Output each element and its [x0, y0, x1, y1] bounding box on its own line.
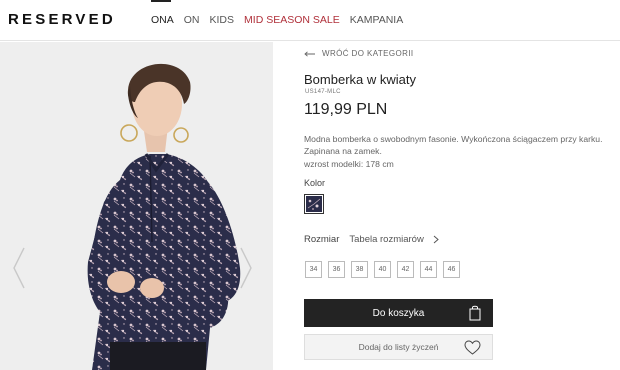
nav-item-on[interactable]: ON — [184, 14, 200, 26]
add-to-wishlist-button[interactable]: Dodaj do listy życzeń — [304, 334, 493, 360]
chevron-left-icon — [13, 247, 25, 289]
product-title: Bomberka w kwiaty — [304, 72, 416, 87]
floral-pattern-icon — [306, 196, 322, 212]
swatch-pattern — [306, 196, 322, 212]
size-option-46[interactable]: 46 — [443, 261, 460, 278]
size-option-36[interactable]: 36 — [328, 261, 345, 278]
size-option-42[interactable]: 42 — [397, 261, 414, 278]
nav-active-indicator — [151, 0, 171, 2]
description-line: Zapinana na zamek. — [304, 146, 382, 157]
arrow-left-icon — [304, 50, 315, 57]
product-sku: US147-MLC — [305, 89, 341, 95]
add-to-cart-button[interactable]: Do koszyka — [304, 299, 493, 327]
product-description: Modna bomberka o swobodnym fasonie. Wyko… — [304, 133, 620, 170]
nav-item-kids[interactable]: KIDS — [210, 14, 235, 26]
model-illustration — [0, 42, 273, 370]
product-photo — [0, 42, 273, 370]
wishlist-label: Dodaj do listy życzeń — [358, 342, 439, 352]
nav-item-kampania[interactable]: KAMPANIA — [350, 14, 403, 26]
brand-logo[interactable]: RESERVED — [8, 11, 116, 28]
site-header: RESERVED ONA ON KIDS MID SEASON SALE KAM… — [0, 0, 620, 41]
back-label: WRÓĆ DO KATEGORII — [322, 49, 414, 58]
size-label: Rozmiar — [304, 234, 340, 245]
description-line: Modna bomberka o swobodnym fasonie. Wyko… — [304, 134, 603, 144]
size-table-link[interactable]: Tabela rozmiarów — [349, 234, 423, 245]
nav-item-ona[interactable]: ONA — [151, 14, 174, 26]
product-price: 119,99 PLN — [304, 101, 388, 118]
size-option-44[interactable]: 44 — [420, 261, 437, 278]
nav-item-mid-season-sale[interactable]: MID SEASON SALE — [244, 14, 340, 26]
size-options: 34 36 38 40 42 44 46 — [305, 261, 460, 278]
size-option-40[interactable]: 40 — [374, 261, 391, 278]
size-row: Rozmiar Tabela rozmiarów — [304, 234, 439, 245]
chevron-right-icon[interactable] — [433, 235, 439, 244]
back-to-category-link[interactable]: WRÓĆ DO KATEGORII — [304, 49, 414, 58]
heart-icon — [464, 340, 481, 355]
add-to-cart-label: Do koszyka — [372, 307, 425, 319]
chevron-right-icon — [240, 247, 252, 289]
main-nav: ONA ON KIDS MID SEASON SALE KAMPANIA — [151, 14, 403, 26]
color-swatch[interactable] — [304, 194, 324, 214]
size-option-38[interactable]: 38 — [351, 261, 368, 278]
color-label: Kolor — [304, 178, 326, 188]
gallery-prev-button[interactable] — [12, 246, 26, 290]
gallery-next-button[interactable] — [239, 246, 253, 290]
size-option-34[interactable]: 34 — [305, 261, 322, 278]
shopping-bag-icon — [469, 305, 481, 321]
description-line: wzrost modelki: 178 cm — [304, 158, 394, 169]
